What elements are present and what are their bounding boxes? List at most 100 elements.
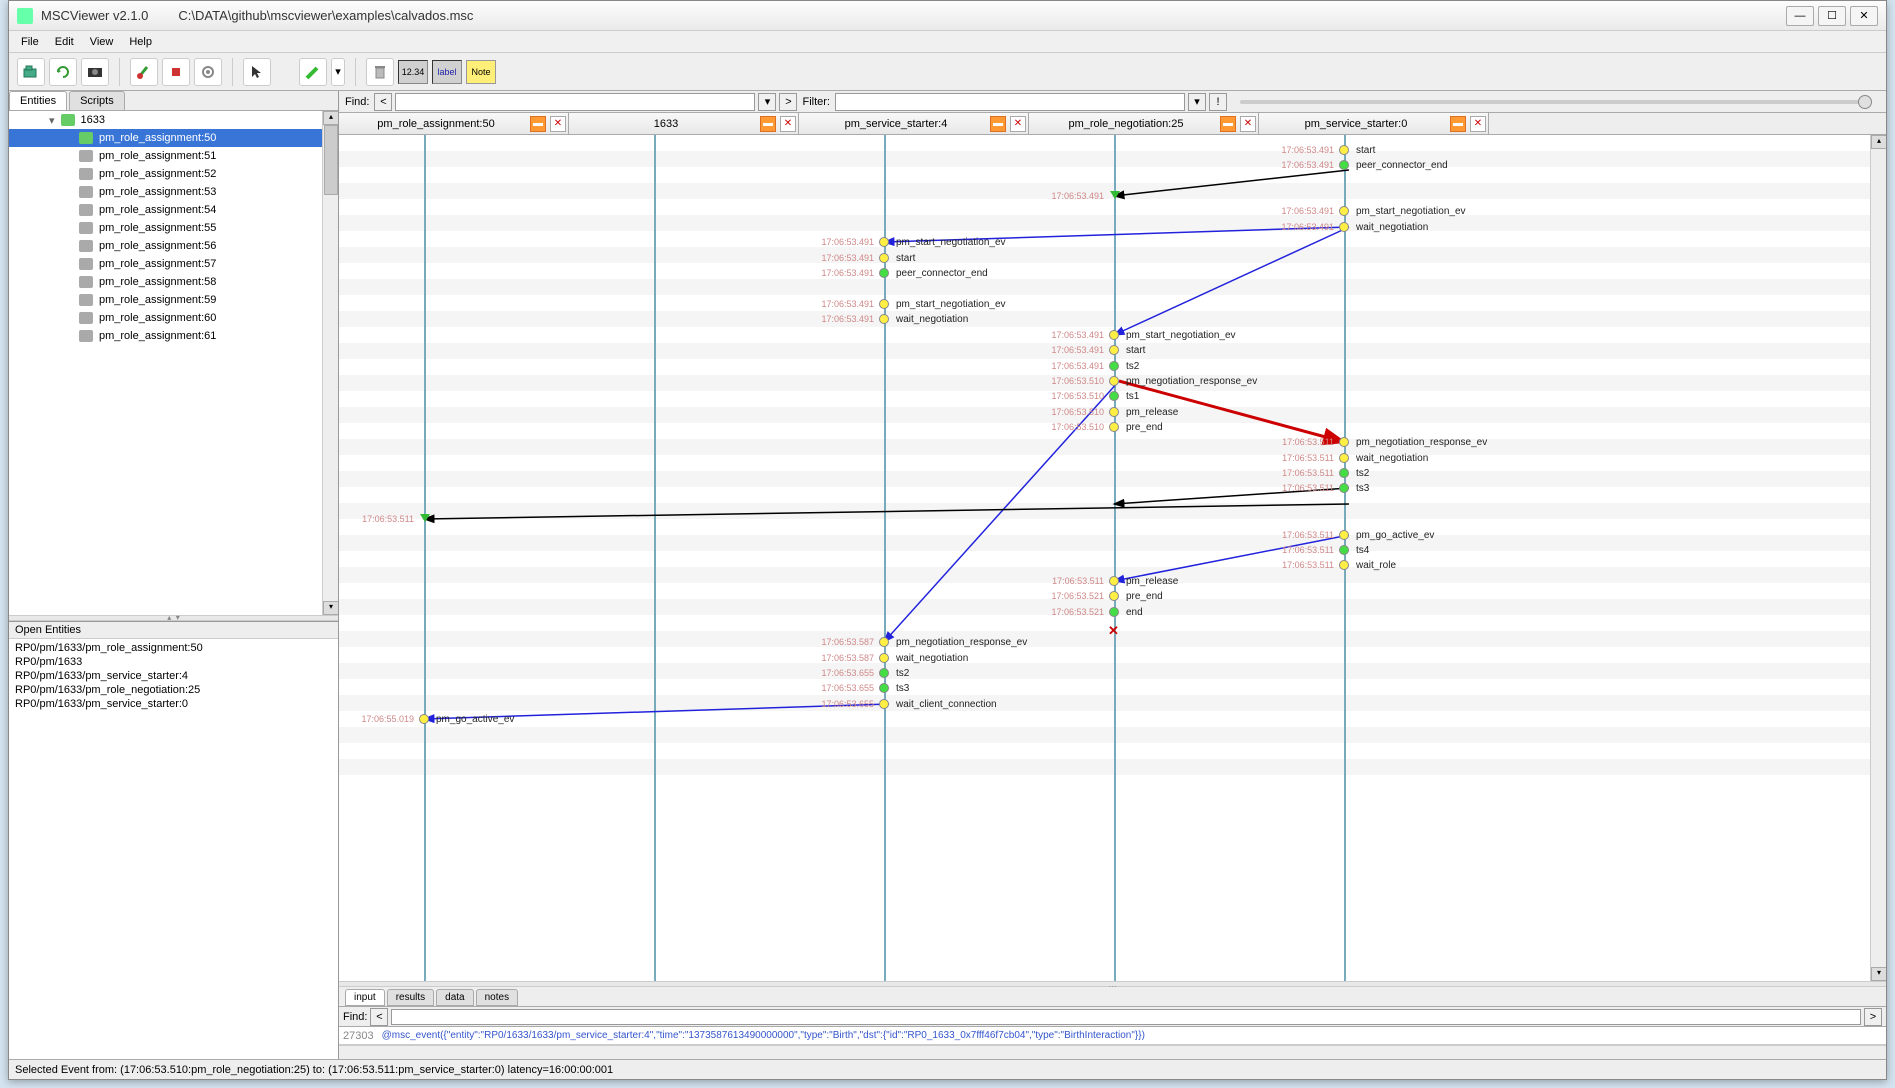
open-entity-item[interactable]: RP0/pm/1633/pm_service_starter:4 [15,669,332,683]
detail-hscrollbar[interactable] [339,1045,1886,1059]
tree-scrollbar[interactable]: ▴ ▾ [322,111,338,615]
btab-input[interactable]: input [345,989,385,1006]
lane-collapse-button[interactable]: ▬ [1220,116,1236,132]
toggle-labels[interactable]: label [432,60,462,84]
event-dot[interactable] [879,314,889,324]
event-dot[interactable] [1109,607,1119,617]
event-dot[interactable] [1339,222,1349,232]
event-dot[interactable] [879,268,889,278]
btab-notes[interactable]: notes [476,989,518,1006]
menu-edit[interactable]: Edit [47,34,82,50]
trash-button[interactable] [366,58,394,86]
detail-find-prev[interactable]: < [370,1008,388,1026]
tree-item[interactable]: pm_role_assignment:61 [9,327,338,345]
lane-collapse-button[interactable]: ▬ [990,116,1006,132]
event-dot[interactable] [1339,483,1349,493]
marker-tool[interactable] [299,58,327,86]
lane-collapse-button[interactable]: ▬ [1450,116,1466,132]
close-button[interactable]: ✕ [1850,6,1878,26]
pointer-tool[interactable] [243,58,271,86]
detail-find-next[interactable]: > [1864,1008,1882,1026]
refresh-button[interactable] [49,58,77,86]
event-dot[interactable] [1339,160,1349,170]
event-dot[interactable] [1339,145,1349,155]
transition-marker[interactable] [420,514,430,522]
toggle-timestamps[interactable]: 12.34 [398,60,428,84]
camera-button[interactable] [81,58,109,86]
event-dot[interactable] [1109,576,1119,586]
find-next[interactable]: > [779,93,797,111]
tab-scripts[interactable]: Scripts [69,91,125,110]
tree-root[interactable]: ▾ 1633 [9,111,338,129]
lane-close-button[interactable]: ✕ [1010,116,1026,132]
btab-data[interactable]: data [436,989,473,1006]
event-dot[interactable] [1109,591,1119,601]
open-entity-item[interactable]: RP0/pm/1633 [15,655,332,669]
settings-button[interactable] [194,58,222,86]
clear-button[interactable] [130,58,158,86]
open-button[interactable] [17,58,45,86]
msc-chart[interactable]: ▴ ▾ 17:06:53.491start17:06:53.491peer_co… [339,135,1886,981]
event-dot[interactable] [1109,407,1119,417]
tree-item[interactable]: pm_role_assignment:55 [9,219,338,237]
lane-close-button[interactable]: ✕ [1240,116,1256,132]
find-prev[interactable]: < [374,93,392,111]
delete-button[interactable] [162,58,190,86]
event-dot[interactable] [879,683,889,693]
event-dot[interactable] [1339,530,1349,540]
event-dot[interactable] [879,637,889,647]
lane-close-button[interactable]: ✕ [780,116,796,132]
event-dot[interactable] [879,668,889,678]
event-dot[interactable] [1109,330,1119,340]
event-dot[interactable] [1339,468,1349,478]
lane-close-button[interactable]: ✕ [1470,116,1486,132]
chart-scrollbar-v[interactable]: ▴ ▾ [1870,135,1886,981]
tree-item[interactable]: pm_role_assignment:52 [9,165,338,183]
tree-item[interactable]: pm_role_assignment:53 [9,183,338,201]
event-dot[interactable] [1339,437,1349,447]
tree-item[interactable]: pm_role_assignment:58 [9,273,338,291]
event-dot[interactable] [879,699,889,709]
open-entity-item[interactable]: RP0/pm/1633/pm_role_negotiation:25 [15,683,332,697]
event-dot[interactable] [879,653,889,663]
event-dot[interactable] [1109,391,1119,401]
event-dot[interactable] [1109,376,1119,386]
zoom-slider[interactable] [1240,100,1872,104]
tree-item[interactable]: pm_role_assignment:51 [9,147,338,165]
entity-tree[interactable]: ▾ 1633 pm_role_assignment:50pm_role_assi… [9,111,338,615]
open-entity-item[interactable]: RP0/pm/1633/pm_role_assignment:50 [15,641,332,655]
event-dot[interactable] [1339,206,1349,216]
detail-row[interactable]: 27303 @msc_event({"entity":"RP0/1633/163… [339,1027,1886,1045]
tree-item[interactable]: pm_role_assignment:59 [9,291,338,309]
tree-item[interactable]: pm_role_assignment:54 [9,201,338,219]
maximize-button[interactable]: ☐ [1818,6,1846,26]
menu-help[interactable]: Help [121,34,160,50]
filter-dropdown[interactable]: ▾ [1188,93,1206,111]
event-dot[interactable] [1109,361,1119,371]
event-dot[interactable] [879,237,889,247]
event-dot[interactable] [1339,545,1349,555]
tree-item[interactable]: pm_role_assignment:56 [9,237,338,255]
zoom-thumb[interactable] [1858,95,1872,109]
filter-excl[interactable]: ! [1209,93,1227,111]
tree-item[interactable]: pm_role_assignment:50 [9,129,338,147]
tree-item[interactable]: pm_role_assignment:57 [9,255,338,273]
tab-entities[interactable]: Entities [9,91,67,110]
lane-close-button[interactable]: ✕ [550,116,566,132]
filter-input[interactable] [835,93,1185,111]
toggle-notes[interactable]: Note [466,60,496,84]
event-dot[interactable] [1339,453,1349,463]
find-input[interactable] [395,93,755,111]
transition-marker[interactable] [1110,191,1120,199]
marker-dropdown[interactable]: ▾ [331,58,345,86]
btab-results[interactable]: results [387,989,434,1006]
event-dot[interactable] [1109,422,1119,432]
termination-mark[interactable]: ✕ [1108,623,1120,635]
menu-view[interactable]: View [82,34,122,50]
event-dot[interactable] [419,714,429,724]
event-dot[interactable] [879,299,889,309]
event-dot[interactable] [879,253,889,263]
menu-file[interactable]: File [13,34,47,50]
tree-item[interactable]: pm_role_assignment:60 [9,309,338,327]
event-dot[interactable] [1339,560,1349,570]
